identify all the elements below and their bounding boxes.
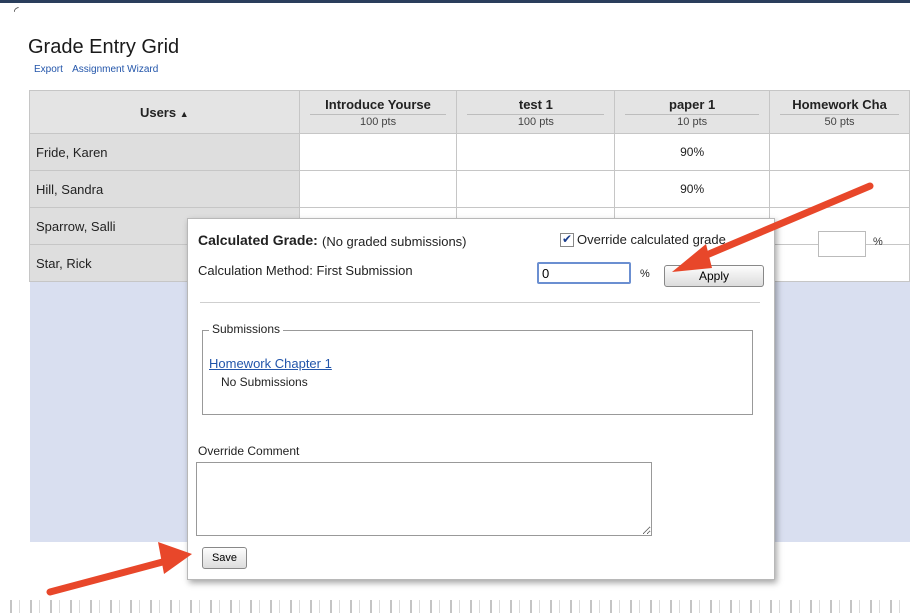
calculated-grade-label: Calculated Grade: [198, 232, 318, 248]
apply-button[interactable]: Apply [664, 265, 764, 287]
calculated-grade-value: (No graded submissions) [322, 234, 467, 249]
column-header-paper1[interactable]: paper 1 10 pts [614, 90, 771, 134]
table-row: Fride, Karen 90% [29, 133, 910, 171]
percent-label: % [873, 236, 883, 248]
grade-override-popup: Calculated Grade: (No graded submissions… [187, 218, 775, 580]
override-comment-textarea[interactable] [196, 462, 652, 536]
grade-override-input[interactable] [818, 231, 866, 257]
page-links: Export Assignment Wizard [34, 64, 165, 75]
user-name: Hill, Sandra [29, 170, 300, 208]
submissions-legend: Submissions [209, 322, 284, 336]
no-submissions-text: No Submissions [221, 375, 308, 389]
grade-cell[interactable] [769, 133, 910, 171]
override-grade-input[interactable] [537, 262, 631, 284]
user-name: Fride, Karen [29, 133, 300, 171]
calculation-method: Calculation Method: First Submission [198, 263, 413, 278]
percent-label: % [640, 268, 650, 280]
divider [200, 302, 760, 303]
sort-up-icon: ▲ [179, 108, 189, 119]
submission-link[interactable]: Homework Chapter 1 [209, 356, 332, 371]
arrow-pointer-save-icon [46, 542, 192, 596]
grade-cell[interactable] [298, 133, 458, 171]
grade-cell[interactable] [456, 170, 616, 208]
bottom-artifact [0, 600, 910, 613]
grade-cell[interactable]: 90% [614, 170, 771, 208]
resize-corner-icon: ◜ [14, 4, 19, 18]
override-label: Override calculated grade [577, 232, 726, 247]
export-link[interactable]: Export [34, 64, 63, 75]
top-border [0, 0, 910, 3]
grade-cell[interactable]: 90% [614, 133, 771, 171]
column-header-introduce[interactable]: Introduce Yourse 100 pts [298, 90, 458, 134]
override-comment-label: Override Comment [198, 444, 300, 458]
submissions-fieldset: Submissions Homework Chapter 1 No Submis… [202, 322, 753, 415]
column-header-homework[interactable]: Homework Cha 50 pts [769, 90, 910, 134]
save-button[interactable]: Save [202, 547, 247, 569]
column-header-test1[interactable]: test 1 100 pts [456, 90, 616, 134]
column-header-users[interactable]: Users ▲ [29, 90, 300, 134]
grade-cell[interactable] [456, 133, 616, 171]
grade-cell[interactable] [769, 170, 910, 208]
assignment-wizard-link[interactable]: Assignment Wizard [72, 64, 158, 75]
page-title: Grade Entry Grid [28, 36, 180, 58]
table-row: Hill, Sandra 90% [29, 170, 910, 208]
checkmark-icon[interactable]: ✔ [560, 232, 574, 247]
grade-cell[interactable] [298, 170, 458, 208]
override-calculated-grade-checkbox[interactable]: ✔ Override calculated grade [560, 232, 726, 247]
